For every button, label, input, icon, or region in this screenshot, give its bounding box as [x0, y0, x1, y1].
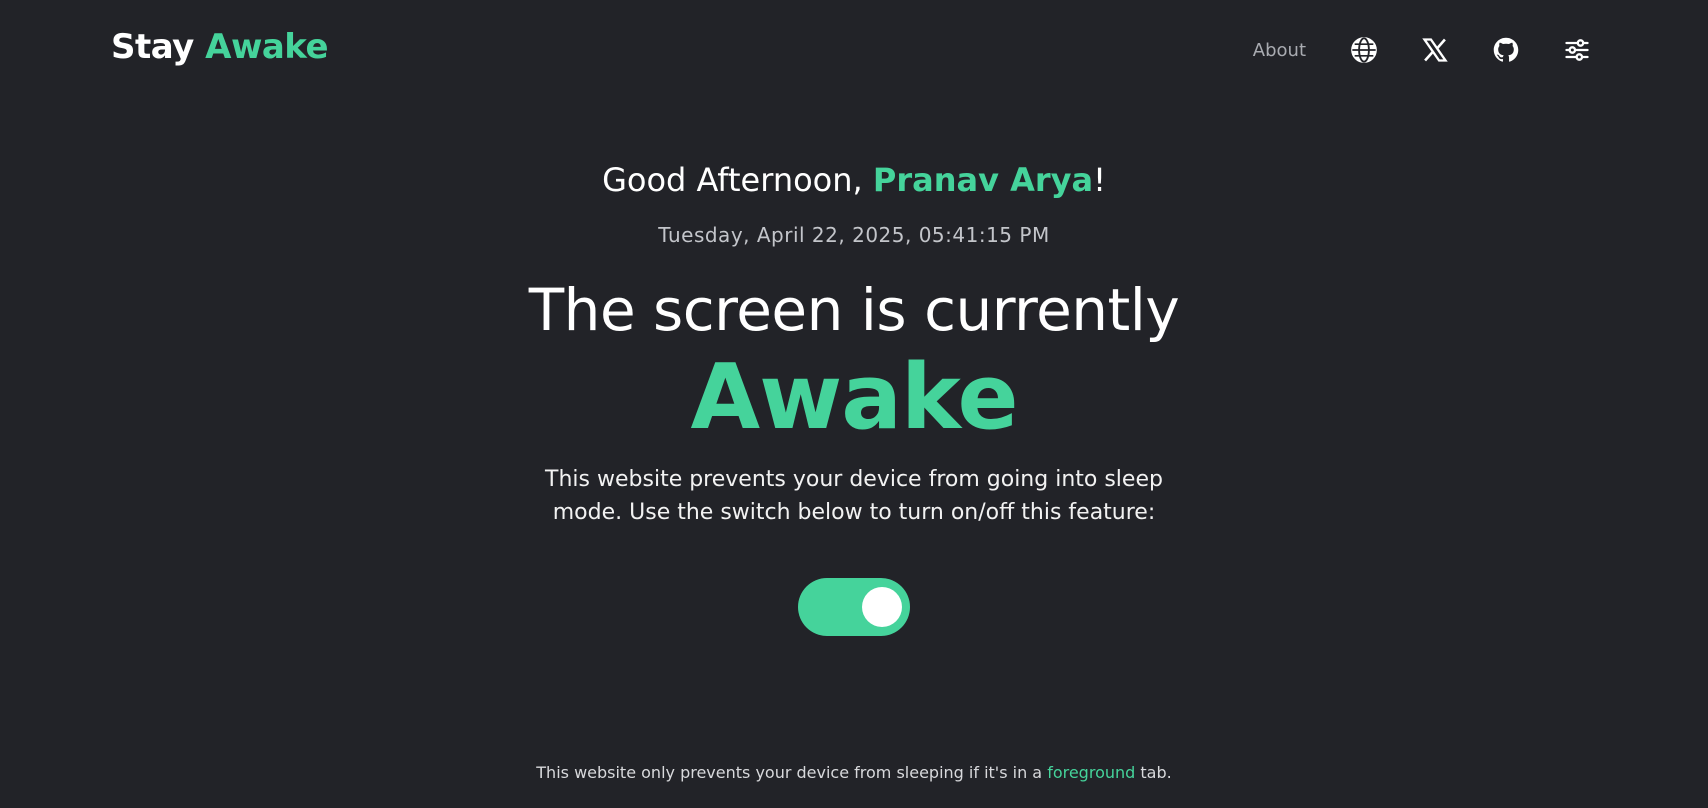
brand-accent-text: Awake: [205, 27, 329, 67]
github-icon[interactable]: [1491, 35, 1521, 65]
current-datetime: Tuesday, April 22, 2025, 05:41:15 PM: [658, 223, 1050, 247]
brand-text: Stay: [111, 27, 206, 67]
greeting: Good Afternoon, Pranav Arya!: [0, 161, 1708, 199]
footer-text-after: tab.: [1135, 763, 1172, 782]
footer-text-before: This website only prevents your device f…: [536, 763, 1048, 782]
globe-icon[interactable]: [1349, 35, 1379, 65]
top-nav: About: [1253, 33, 1592, 67]
description-text: This website prevents your device from g…: [545, 467, 1163, 525]
awake-toggle-switch[interactable]: [798, 578, 910, 636]
toggle-knob: [862, 587, 902, 627]
status-value: Awake: [690, 345, 1018, 450]
footer-highlight: foreground: [1047, 763, 1136, 782]
brand-logo[interactable]: Stay Awake: [111, 27, 329, 67]
settings-sliders-icon[interactable]: [1562, 35, 1592, 65]
greeting-suffix: !: [1093, 161, 1106, 199]
footer-note: This website only prevents your device f…: [0, 763, 1708, 782]
about-link[interactable]: About: [1253, 40, 1306, 61]
x-logo-icon[interactable]: [1420, 35, 1450, 65]
user-name: Pranav Arya: [872, 161, 1094, 199]
greeting-prefix: Good Afternoon,: [602, 161, 873, 199]
status-headline: The screen is currently: [528, 276, 1180, 344]
site-header: Stay Awake About: [0, 0, 1708, 100]
